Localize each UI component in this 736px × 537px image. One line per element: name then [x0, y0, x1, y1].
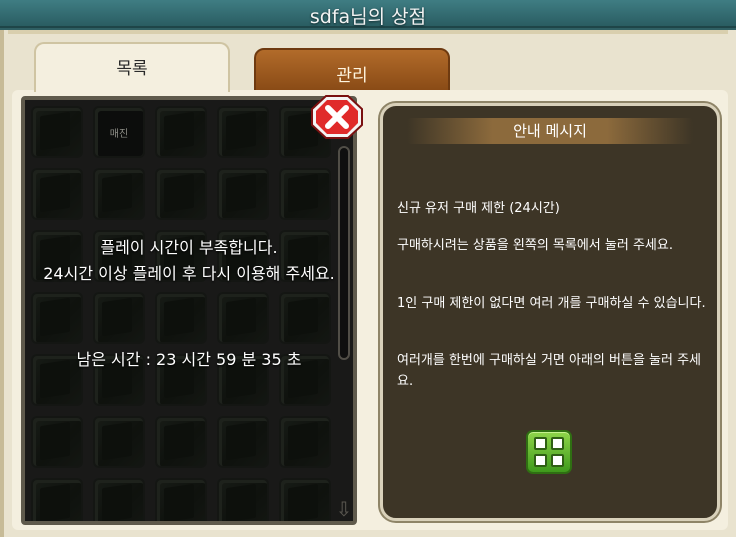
- title-bar: sdfa님의 상점: [0, 0, 736, 28]
- info-paragraph-3: 1인 구매 제한이 없다면 여러 개를 구매하실 수 있습니다.: [397, 296, 706, 311]
- sold-out-label: 매진: [109, 129, 129, 140]
- tab-manage[interactable]: 관리: [254, 48, 450, 92]
- tab-list[interactable]: 목록: [34, 42, 230, 92]
- multi-buy-button[interactable]: [526, 430, 572, 474]
- info-paragraph-1: 신규 유저 구매 제한 (24시간): [397, 201, 560, 216]
- window-title: sdfa님의 상점: [309, 6, 427, 28]
- remaining-time: 남은 시간 : 23 시간 59 분 35 초: [76, 350, 302, 369]
- info-header: 안내 메시지: [407, 118, 693, 144]
- play-time-warning: 플레이 시간이 부족합니다.: [100, 238, 278, 257]
- info-paragraph-4: 여러개를 한번에 구매하실 거면 아래의 버튼을 눌러 주세요.: [397, 353, 702, 389]
- play-time-instruction: 24시간 이상 플레이 후 다시 이용해 주세요.: [43, 264, 335, 283]
- close-x-icon[interactable]: [310, 94, 364, 140]
- item-grid-panel: 매진 ⇩ 플레이 시간이 부족합니다. 24시간 이상 플레이 후 다시 이용해…: [21, 96, 357, 525]
- locked-overlay: 플레이 시간이 부족합니다. 24시간 이상 플레이 후 다시 이용해 주세요.…: [25, 100, 353, 521]
- info-paragraph-2: 구매하시려는 상품을 왼쪽의 목록에서 눌러 주세요.: [397, 238, 673, 253]
